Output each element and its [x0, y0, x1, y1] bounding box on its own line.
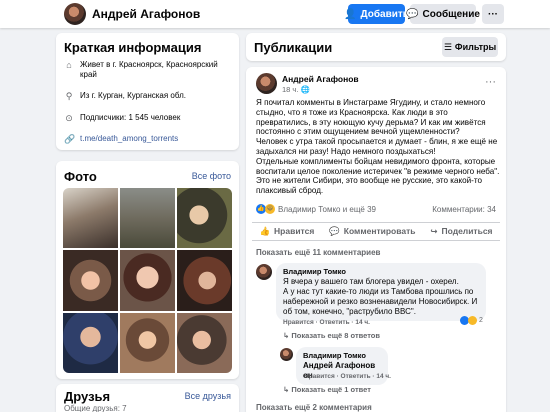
photos-title: Фото — [64, 169, 97, 184]
location-pin-icon: ⚲ — [65, 91, 73, 101]
sliders-icon: ☰ — [443, 41, 452, 52]
comment-author[interactable]: Владимир Томко — [283, 267, 479, 277]
filters-button[interactable]: ☰ Фильтры — [442, 37, 498, 57]
filters-label: Фильтры — [454, 42, 497, 52]
comment-text: Я вчера у вашего там блогера увидел - ох… — [283, 277, 478, 316]
post-paragraph: Я почитал комменты в Инстаграме Ягудину,… — [256, 98, 486, 137]
photo-thumbnail[interactable] — [120, 250, 175, 311]
all-friends-link[interactable]: Все друзья — [185, 391, 231, 401]
comment-avatar[interactable] — [256, 264, 272, 280]
intro-from: ⚲ Из г. Курган, Курганская обл. — [64, 91, 186, 101]
add-friend-label: Добавить — [360, 8, 409, 20]
friends-title: Друзья — [64, 389, 111, 404]
reply-arrow-icon: ↳ — [283, 385, 290, 394]
photo-thumbnail[interactable] — [63, 250, 118, 311]
photo-grid — [63, 188, 232, 373]
share-label: Поделиться — [441, 226, 493, 236]
comment-label: Комментировать — [343, 226, 416, 236]
followers-icon: ⊙ — [65, 113, 73, 123]
message-button[interactable]: 💬 Сообщение — [406, 4, 480, 24]
reactions-text: Владимир Томко и ещё 39 — [278, 204, 376, 214]
comment-meta[interactable]: Нравится · Ответить · 14 ч. — [283, 319, 370, 326]
post-card: Андрей Агафонов 18 ч. 🌐 ··· Я почитал ко… — [246, 67, 506, 412]
show-more-replies[interactable]: ↳ Показать ещё 8 ответов — [283, 331, 380, 340]
friends-card: Друзья Все друзья Общие друзья: 7 — [56, 384, 239, 412]
share-icon: ↪ — [430, 226, 438, 236]
all-photos-link[interactable]: Все фото — [192, 171, 231, 181]
reply-author[interactable]: Владимир Томко — [303, 351, 381, 361]
more-options-button[interactable]: ··· — [482, 4, 504, 24]
reply-avatar[interactable] — [280, 348, 293, 361]
like-button[interactable]: 👍 Нравится — [259, 226, 314, 237]
post-paragraph: Отдельные комплименты бойцам невидимого … — [256, 156, 500, 196]
post-author[interactable]: Андрей Агафонов — [282, 74, 359, 84]
show-more-replies-label: Показать ещё 8 ответов — [291, 331, 380, 340]
post-actions: 👍 Нравится 💬 Комментировать ↪ Поделиться — [252, 222, 500, 241]
mutual-friends-count: Общие друзья: 7 — [64, 404, 127, 412]
thumbs-up-icon: 👍 — [259, 226, 271, 236]
photo-thumbnail[interactable] — [120, 188, 175, 249]
comment-button[interactable]: 💬 Комментировать — [329, 226, 415, 237]
intro-lives: ⌂ Живет в г. Красноярск, Красноярский кр… — [64, 60, 224, 80]
add-friend-button[interactable]: 👤 Добавить — [344, 4, 409, 24]
comment-reactions[interactable]: 2 — [460, 316, 483, 325]
post-time-text[interactable]: 18 ч. — [282, 85, 298, 94]
photo-thumbnail[interactable] — [120, 312, 175, 373]
photos-card: Фото Все фото — [56, 161, 239, 379]
photo-thumbnail[interactable] — [177, 188, 232, 249]
comment-bubble: Владимир Томко Я вчера у вашего там блог… — [276, 263, 486, 321]
reply-meta[interactable]: Нравится · Ответить · 14 ч. — [304, 373, 391, 380]
post-text: Я почитал комменты в Инстаграме Ягудину,… — [256, 98, 501, 196]
reply-arrow-icon: ↳ — [283, 331, 290, 340]
add-person-icon: 👤 — [344, 8, 357, 20]
intro-link[interactable]: 🔗 t.me/death_among_torrents — [64, 134, 178, 144]
share-button[interactable]: ↪ Поделиться — [430, 226, 492, 237]
intro-lives-text: Живет в г. Красноярск, Красноярский край — [80, 60, 218, 79]
intro-link-text[interactable]: t.me/death_among_torrents — [80, 134, 178, 144]
intro-card: Краткая информация ⌂ Живет в г. Краснояр… — [56, 33, 239, 150]
show-more-replies[interactable]: ↳ Показать ещё 1 ответ — [283, 385, 371, 394]
like-label: Нравится — [274, 226, 315, 236]
link-icon: 🔗 — [64, 134, 76, 144]
photo-thumbnail[interactable] — [63, 188, 118, 249]
intro-title: Краткая информация — [64, 40, 202, 55]
publications-header: Публикации ☰ Фильтры — [246, 33, 506, 61]
show-more-comments-bottom[interactable]: Показать ещё 2 комментария — [256, 403, 372, 412]
show-more-replies-label: Показать ещё 1 ответ — [291, 385, 371, 394]
reactions-summary[interactable]: 👍 😆 Владимир Томко и ещё 39 — [256, 204, 376, 214]
intro-from-text: Из г. Курган, Курганская обл. — [80, 91, 186, 100]
comments-count[interactable]: Комментарии: 34 — [432, 205, 496, 214]
post-time: 18 ч. 🌐 — [282, 85, 310, 94]
profile-name[interactable]: Андрей Агафонов — [92, 7, 200, 21]
comment-icon: 💬 — [329, 226, 340, 236]
globe-icon: 🌐 — [300, 85, 310, 94]
show-more-comments-top[interactable]: Показать ещё 11 комментариев — [256, 248, 380, 257]
top-bar: Андрей Агафонов 👤 Добавить 💬 Сообщение ·… — [0, 0, 550, 28]
intro-followers: ⊙ Подписчики: 1 545 человек — [64, 113, 180, 123]
post-author-avatar[interactable] — [256, 73, 277, 94]
haha-reaction-icon — [468, 316, 477, 325]
intro-followers-text: Подписчики: 1 545 человек — [80, 113, 181, 122]
post-paragraph: Человек с утра такой просыпается и думае… — [256, 137, 498, 156]
messenger-icon: 💬 — [406, 8, 419, 20]
profile-avatar[interactable] — [64, 3, 86, 25]
publications-title: Публикации — [254, 40, 333, 55]
comment-reaction-count: 2 — [479, 317, 483, 324]
photo-thumbnail[interactable] — [63, 312, 118, 373]
photo-thumbnail[interactable] — [177, 312, 232, 373]
home-icon: ⌂ — [66, 60, 72, 70]
haha-reaction-icon: 😆 — [265, 204, 275, 214]
message-label: Сообщение — [422, 8, 480, 20]
post-more-button[interactable]: ··· — [485, 76, 496, 88]
photo-thumbnail[interactable] — [177, 250, 232, 311]
